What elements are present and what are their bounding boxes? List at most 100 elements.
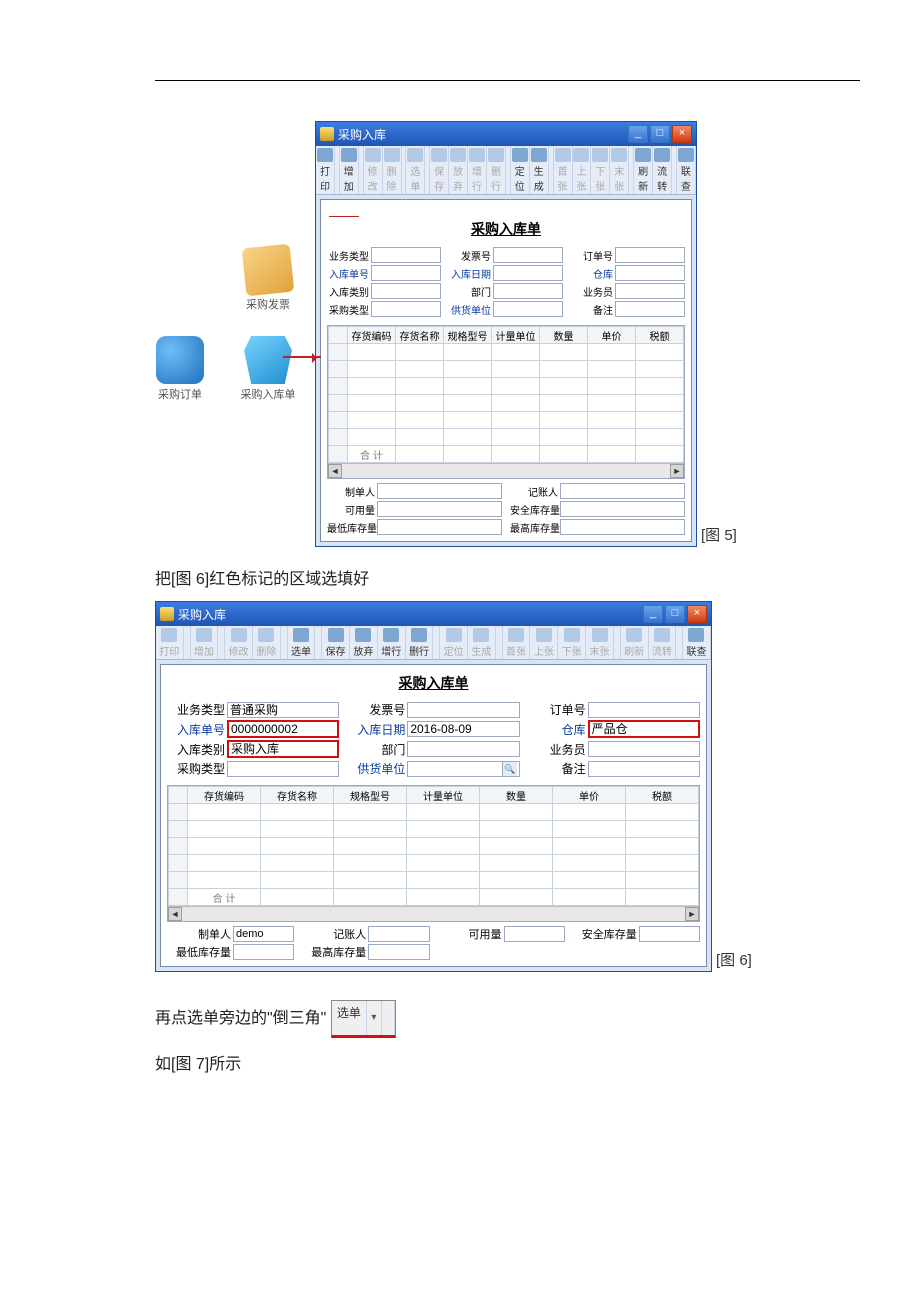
field-input[interactable] [371,247,441,263]
scroll-left-button[interactable]: ◄ [328,464,342,478]
col-存货名称[interactable]: 存货名称 [261,787,334,804]
field-label: 入库类别 [327,284,369,299]
col-规格型号[interactable]: 规格型号 [334,787,407,804]
field-input[interactable] [493,301,563,317]
toolbar-联查[interactable]: 联查 [683,626,711,659]
field-input[interactable]: 2016-08-09 [407,721,519,737]
lookup-button-icon[interactable]: 🔍 [502,762,517,776]
col-税额[interactable]: 税额 [626,787,699,804]
titlebar[interactable]: 采购入库 _ □ × [316,122,696,146]
table-row[interactable] [169,855,699,872]
field-label: 入库日期 [347,721,405,738]
field-input[interactable]: 采购入库 [227,740,339,758]
table-row[interactable] [329,361,684,378]
table-row[interactable] [169,838,699,855]
toolbar-流转[interactable]: 流转 [653,146,672,194]
scroll-right-button[interactable]: ► [670,464,684,478]
field-入库日期: 入库日期2016-08-09 [347,720,519,738]
toolbar-增行[interactable]: 增行 [378,626,406,659]
table-row[interactable] [329,429,684,446]
field-input[interactable] [407,702,519,718]
footer-input[interactable] [639,926,700,942]
footer-input[interactable] [560,501,685,517]
toolbar-删行[interactable]: 删行 [406,626,434,659]
toolbar-定位[interactable]: 定位 [511,146,530,194]
footer-input[interactable] [560,483,685,499]
field-input[interactable] [615,283,685,299]
col-数量[interactable]: 数量 [540,327,588,344]
footer-input[interactable]: demo [233,926,294,942]
select-order-button[interactable]: 选单 [332,1001,367,1035]
table-row[interactable] [169,804,699,821]
h-scrollbar[interactable]: ◄ ► [328,463,684,478]
toolbar-label: 生成 [530,163,548,193]
field-label: 业务类型 [327,248,369,263]
table-row[interactable] [169,821,699,838]
col-存货名称[interactable]: 存货名称 [396,327,444,344]
col-计量单位[interactable]: 计量单位 [407,787,480,804]
col-规格型号[interactable]: 规格型号 [444,327,492,344]
detail-grid[interactable]: 存货编码存货名称规格型号计量单位数量单价税额 合 计 ◄ ► [327,325,685,479]
field-input[interactable]: 0000000002 [227,720,339,738]
table-row[interactable] [329,344,684,361]
col-数量[interactable]: 数量 [480,787,553,804]
footer-input[interactable] [233,944,294,960]
field-input[interactable] [493,265,563,281]
field-label: 仓库 [528,721,586,738]
table-row[interactable] [329,395,684,412]
footer-input[interactable] [368,926,429,942]
toolbar-放弃[interactable]: 放弃 [350,626,378,659]
col-存货编码[interactable]: 存货编码 [348,327,396,344]
footer-input[interactable] [368,944,429,960]
close-button[interactable]: × [672,125,692,143]
field-input[interactable]: 🔍 [407,761,519,777]
table-row[interactable] [329,378,684,395]
toolbar-打印[interactable]: 打印 [316,146,335,194]
field-input[interactable]: 严品仓 [588,720,700,738]
table-row[interactable] [329,412,684,429]
toolbar-选单[interactable]: 选单 [288,626,316,659]
field-input[interactable] [615,247,685,263]
col-税额[interactable]: 税额 [636,327,684,344]
toolbar-生成[interactable]: 生成 [530,146,549,194]
footer-input[interactable] [560,519,685,535]
titlebar[interactable]: 采购入库 _ □ × [156,602,711,626]
field-input[interactable] [615,265,685,281]
field-input[interactable]: 普通采购 [227,702,339,718]
toolbar-刷新[interactable]: 刷新 [634,146,653,194]
field-input[interactable] [371,265,441,281]
footer-input[interactable] [377,483,502,499]
h-scrollbar[interactable]: ◄ ► [168,906,699,921]
maximize-button[interactable]: □ [665,605,685,623]
col-存货编码[interactable]: 存货编码 [188,787,261,804]
col-单价[interactable]: 单价 [553,787,626,804]
field-input[interactable] [407,741,519,757]
footer-input[interactable] [377,501,502,517]
scroll-left-button[interactable]: ◄ [168,907,182,921]
footer-input[interactable] [504,926,565,942]
field-input[interactable] [227,761,339,777]
toolbar-联查[interactable]: 联查 [677,146,696,194]
detail-grid[interactable]: 存货编码存货名称规格型号计量单位数量单价税额 合 计 ◄ ► [167,785,700,922]
field-input[interactable] [493,283,563,299]
field-input[interactable] [615,301,685,317]
maximize-button[interactable]: □ [650,125,670,143]
field-input[interactable] [371,301,441,317]
toolbar-label: 刷新 [634,163,652,193]
table-row[interactable] [169,872,699,889]
toolbar-增加[interactable]: 增加 [340,146,359,194]
dropdown-triangle[interactable]: ▾ [367,1001,382,1035]
col-单价[interactable]: 单价 [588,327,636,344]
scroll-right-button[interactable]: ► [685,907,699,921]
field-input[interactable] [493,247,563,263]
minimize-button[interactable]: _ [628,125,648,143]
col-计量单位[interactable]: 计量单位 [492,327,540,344]
field-input[interactable] [371,283,441,299]
toolbar-保存[interactable]: 保存 [322,626,350,659]
field-input[interactable] [588,761,700,777]
field-input[interactable] [588,741,700,757]
minimize-button[interactable]: _ [643,605,663,623]
field-input[interactable] [588,702,700,718]
footer-input[interactable] [377,519,502,535]
close-button[interactable]: × [687,605,707,623]
